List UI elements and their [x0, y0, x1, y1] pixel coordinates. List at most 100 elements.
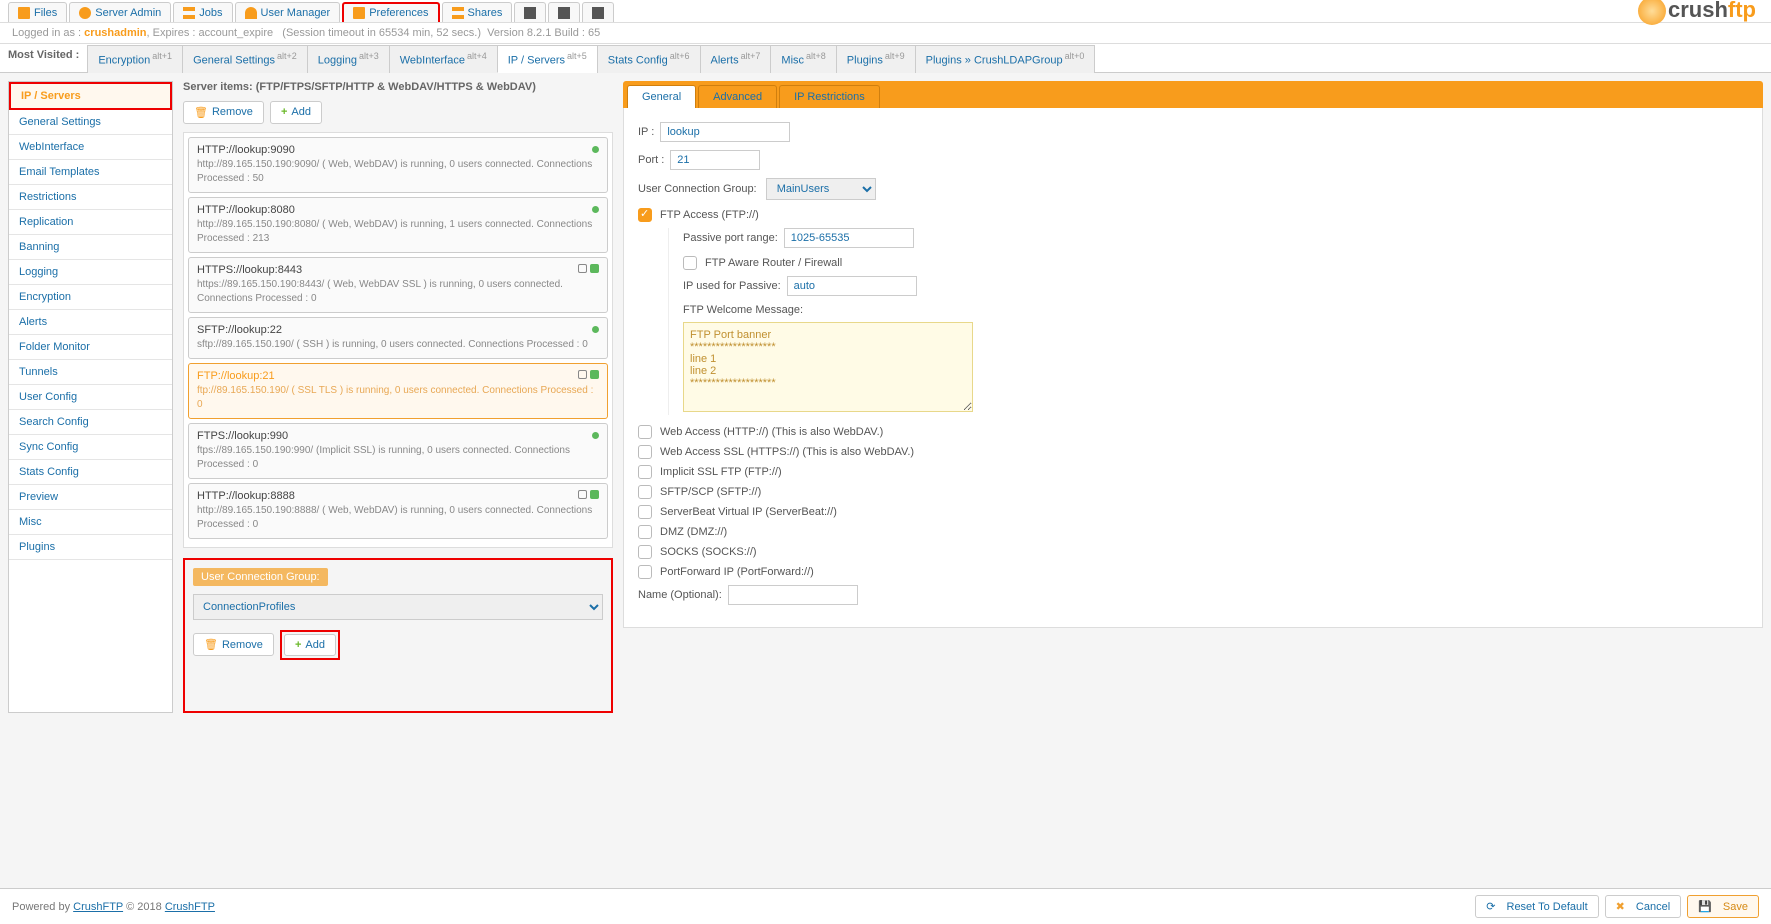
ftp-aware-checkbox[interactable]: FTP Aware Router / Firewall: [683, 256, 1748, 270]
top-tab-icon-2[interactable]: [582, 2, 614, 22]
sub-tab-plugins-crushldapgroup[interactable]: Plugins » CrushLDAPGroupalt+0: [915, 45, 1096, 73]
crushftp-link[interactable]: CrushFTP: [73, 901, 123, 913]
server-item[interactable]: HTTP://lookup:8888http://89.165.150.190:…: [188, 483, 608, 539]
access-option[interactable]: ServerBeat Virtual IP (ServerBeat://): [638, 505, 1748, 519]
server-item[interactable]: FTPS://lookup:990ftps://89.165.150.190:9…: [188, 423, 608, 479]
access-option[interactable]: SOCKS (SOCKS://): [638, 545, 1748, 559]
access-option[interactable]: FTP Access (FTP://): [638, 208, 1748, 222]
server-item[interactable]: FTP://lookup:21ftp://89.165.150.190/ ( S…: [188, 363, 608, 419]
sub-tab-general-settings[interactable]: General Settingsalt+2: [182, 45, 308, 73]
server-item[interactable]: HTTPS://lookup:8443https://89.165.150.19…: [188, 257, 608, 313]
top-tab-server-admin[interactable]: Server Admin: [69, 2, 171, 22]
sidebar-item-sync-config[interactable]: Sync Config: [9, 435, 172, 460]
checkbox-icon[interactable]: [638, 208, 652, 222]
checkbox-icon[interactable]: [638, 445, 652, 459]
save-button[interactable]: 💾 Save: [1687, 895, 1759, 918]
checkbox-icon[interactable]: [638, 425, 652, 439]
access-option[interactable]: Web Access (HTTP://) (This is also WebDA…: [638, 425, 1748, 439]
server-item[interactable]: HTTP://lookup:8080http://89.165.150.190:…: [188, 197, 608, 253]
panel-tab-advanced[interactable]: Advanced: [698, 85, 777, 108]
access-option[interactable]: Web Access SSL (HTTPS://) (This is also …: [638, 445, 1748, 459]
checkbox-icon[interactable]: [638, 525, 652, 539]
cancel-button[interactable]: ✖ Cancel: [1605, 895, 1682, 918]
passive-range-field[interactable]: [784, 228, 914, 248]
status-dot-icon: [592, 206, 599, 213]
status-icons: [578, 264, 599, 273]
sidebar-item-folder-monitor[interactable]: Folder Monitor: [9, 335, 172, 360]
status-dot-icon: [592, 146, 599, 153]
sub-tab-webinterface[interactable]: WebInterfacealt+4: [389, 45, 498, 73]
panel-tab-general[interactable]: General: [627, 85, 696, 108]
top-tab-jobs[interactable]: Jobs: [173, 2, 232, 22]
sidebar-item-search-config[interactable]: Search Config: [9, 410, 172, 435]
port-field[interactable]: [670, 150, 760, 170]
sub-tab-plugins[interactable]: Pluginsalt+9: [836, 45, 916, 73]
sidebar-item-misc[interactable]: Misc: [9, 510, 172, 535]
ucg-label: User Connection Group:: [193, 568, 328, 586]
tab-icon: [452, 7, 464, 19]
reset-button[interactable]: ⟳ Reset To Default: [1475, 895, 1598, 918]
ip-field[interactable]: [660, 122, 790, 142]
welcome-message-field[interactable]: FTP Port banner ******************** lin…: [683, 322, 973, 412]
checkbox-icon[interactable]: [638, 485, 652, 499]
server-item[interactable]: HTTP://lookup:9090http://89.165.150.190:…: [188, 137, 608, 193]
tab-icon: [79, 7, 91, 19]
sub-tab-alerts[interactable]: Alertsalt+7: [700, 45, 772, 73]
sub-tab-ip-servers[interactable]: IP / Serversalt+5: [497, 45, 598, 73]
logo: crushftp: [1638, 0, 1756, 25]
sub-tab-stats-config[interactable]: Stats Configalt+6: [597, 45, 701, 73]
sidebar-item-logging[interactable]: Logging: [9, 260, 172, 285]
sidebar-item-alerts[interactable]: Alerts: [9, 310, 172, 335]
checkbox-icon[interactable]: [638, 465, 652, 479]
add-ucg-button[interactable]: +Add: [284, 634, 336, 656]
ip-passive-field[interactable]: [787, 276, 917, 296]
server-list: HTTP://lookup:9090http://89.165.150.190:…: [183, 132, 613, 548]
panel-tab-ip-restrictions[interactable]: IP Restrictions: [779, 85, 880, 108]
tab-icon: [183, 7, 195, 19]
sub-tab-misc[interactable]: Miscalt+8: [770, 45, 836, 73]
top-tab-shares[interactable]: Shares: [442, 2, 513, 22]
add-server-button[interactable]: +Add: [270, 101, 322, 124]
tab-icon: [353, 7, 365, 19]
sidebar-item-restrictions[interactable]: Restrictions: [9, 185, 172, 210]
server-item[interactable]: SFTP://lookup:22sftp://89.165.150.190/ (…: [188, 317, 608, 359]
remove-ucg-button[interactable]: 🗑Remove: [193, 633, 274, 656]
sidebar: IP / ServersGeneral SettingsWebInterface…: [8, 81, 173, 713]
sub-tab-logging[interactable]: Loggingalt+3: [307, 45, 390, 73]
access-option[interactable]: Implicit SSL FTP (FTP://): [638, 465, 1748, 479]
status-icons: [578, 490, 599, 499]
checkbox-icon[interactable]: [638, 545, 652, 559]
top-tab-files[interactable]: Files: [8, 2, 67, 22]
sidebar-item-user-config[interactable]: User Config: [9, 385, 172, 410]
sidebar-item-banning[interactable]: Banning: [9, 235, 172, 260]
top-tab-user-manager[interactable]: User Manager: [235, 2, 341, 22]
name-field[interactable]: [728, 585, 858, 605]
remove-server-button[interactable]: 🗑Remove: [183, 101, 264, 124]
top-tab-preferences[interactable]: Preferences: [342, 2, 439, 22]
ucg-field[interactable]: MainUsers: [766, 178, 876, 200]
sidebar-item-general-settings[interactable]: General Settings: [9, 110, 172, 135]
access-option[interactable]: PortForward IP (PortForward://): [638, 565, 1748, 579]
access-option[interactable]: SFTP/SCP (SFTP://): [638, 485, 1748, 499]
top-tab-icon-1[interactable]: [548, 2, 580, 22]
access-option[interactable]: DMZ (DMZ://): [638, 525, 1748, 539]
sidebar-item-replication[interactable]: Replication: [9, 210, 172, 235]
sub-tab-encryption[interactable]: Encryptionalt+1: [87, 45, 183, 73]
status-icons: [578, 370, 599, 379]
status-dot-icon: [592, 326, 599, 333]
ucg-select[interactable]: ConnectionProfiles: [193, 594, 603, 620]
most-visited-label: Most Visited :: [8, 44, 87, 72]
sidebar-item-plugins[interactable]: Plugins: [9, 535, 172, 560]
crushftp-link2[interactable]: CrushFTP: [165, 901, 215, 913]
sidebar-item-preview[interactable]: Preview: [9, 485, 172, 510]
checkbox-icon[interactable]: [638, 565, 652, 579]
sidebar-item-ip-servers[interactable]: IP / Servers: [9, 82, 172, 110]
tab-icon: [592, 7, 604, 19]
checkbox-icon[interactable]: [638, 505, 652, 519]
sidebar-item-webinterface[interactable]: WebInterface: [9, 135, 172, 160]
sidebar-item-stats-config[interactable]: Stats Config: [9, 460, 172, 485]
sidebar-item-encryption[interactable]: Encryption: [9, 285, 172, 310]
sidebar-item-tunnels[interactable]: Tunnels: [9, 360, 172, 385]
sidebar-item-email-templates[interactable]: Email Templates: [9, 160, 172, 185]
top-tab-icon-0[interactable]: [514, 2, 546, 22]
